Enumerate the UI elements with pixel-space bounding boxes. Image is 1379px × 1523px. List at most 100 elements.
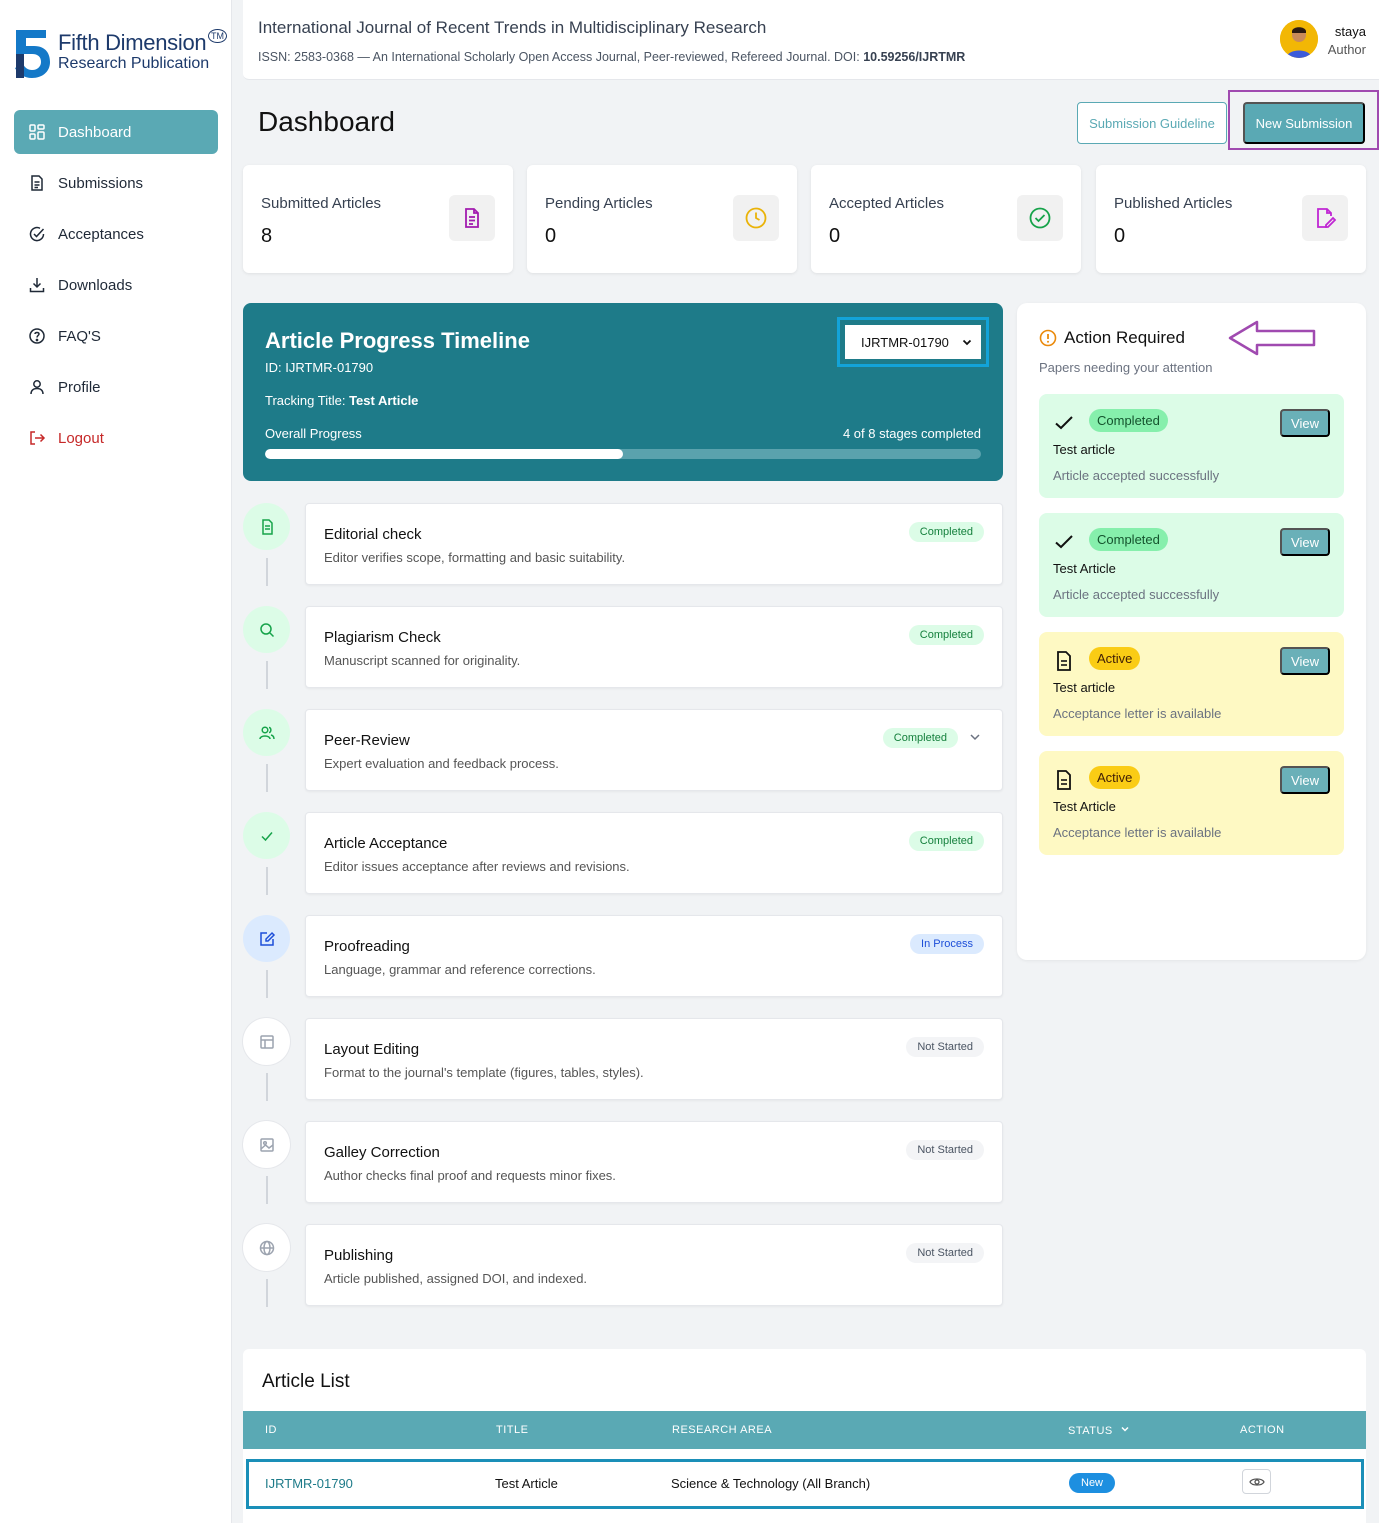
clock-icon	[733, 195, 779, 241]
check-circle-icon	[1017, 195, 1063, 241]
help-circle-icon	[28, 327, 46, 345]
stage-name: Proofreading	[324, 938, 410, 955]
stage-name: Plagiarism Check	[324, 629, 441, 646]
sidebar-item-label: Profile	[58, 378, 101, 396]
view-article-button[interactable]	[1242, 1469, 1271, 1494]
action-description: Acceptance letter is available	[1053, 706, 1222, 721]
status-badge: New	[1069, 1473, 1116, 1493]
logout-icon	[28, 429, 46, 447]
stage-card[interactable]: Layout Editing Format to the journal's te…	[305, 1018, 1003, 1100]
stage-card[interactable]: Plagiarism Check Manuscript scanned for o…	[305, 606, 1003, 688]
stage-status-badge: Not Started	[906, 1243, 984, 1263]
stat-card-accepted[interactable]: Accepted Articles 0	[811, 165, 1081, 273]
stage-description: Language, grammar and reference correcti…	[324, 962, 596, 977]
stage-name: Publishing	[324, 1247, 394, 1264]
stages-completed-text: 4 of 8 stages completed	[842, 426, 981, 441]
stage-card[interactable]: Publishing Article published, assigned DO…	[305, 1224, 1003, 1306]
action-card: Completed Test Article Article accepted su…	[1039, 513, 1344, 617]
stat-value: 0	[1114, 225, 1126, 247]
article-list-panel: Article List ID TITLE RESEARCH AREA STAT…	[243, 1349, 1366, 1523]
sidebar-item-label: Dashboard	[58, 123, 132, 141]
eye-icon	[1248, 1477, 1265, 1486]
user-role: Author	[1327, 42, 1366, 57]
stage-card[interactable]: Galley Correction Author checks final pro…	[305, 1121, 1003, 1203]
sidebar-item-profile[interactable]: Profile	[14, 365, 218, 409]
table-row[interactable]: IJRTMR-01790 Test Article Science & Tech…	[246, 1459, 1364, 1509]
journal-title: International Journal of Recent Trends i…	[258, 18, 767, 37]
stage-card[interactable]: Proofreading Language, grammar and refere…	[305, 915, 1003, 997]
sidebar-item-logout[interactable]: Logout	[14, 416, 218, 460]
layout-icon	[259, 1034, 274, 1049]
top-header: International Journal of Recent Trends i…	[243, 0, 1379, 80]
stage-card[interactable]: Peer-Review Expert evaluation and feedbac…	[305, 709, 1003, 791]
stat-card-submitted[interactable]: Submitted Articles 8	[243, 165, 513, 273]
view-button[interactable]: View	[1280, 528, 1330, 556]
stage-connector	[266, 867, 268, 895]
check-circle-icon	[28, 225, 46, 243]
stage-status-dot	[243, 606, 290, 653]
brand-logo[interactable]: Fifth Dimension Research Publication TM	[12, 28, 227, 80]
stage-card[interactable]: Editorial check Editor verifies scope, fo…	[305, 503, 1003, 585]
sidebar-item-faqs[interactable]: FAQ'S	[14, 314, 218, 358]
check-icon	[260, 831, 273, 841]
page-title: Dashboard	[258, 106, 395, 137]
article-select-highlight: IJRTMR-01790	[837, 317, 989, 367]
view-button[interactable]: View	[1280, 409, 1330, 437]
action-status-badge: Active	[1089, 647, 1141, 670]
overall-progress-bar	[265, 449, 981, 459]
column-header-label: STATUS	[1068, 1425, 1113, 1437]
article-select[interactable]: IJRTMR-01790	[845, 325, 981, 359]
action-status-badge: Completed	[1089, 528, 1168, 551]
stat-card-pending[interactable]: Pending Articles 0	[527, 165, 797, 273]
stage-status-badge: Completed	[908, 831, 984, 851]
column-header-status[interactable]: STATUS	[1068, 1424, 1130, 1437]
column-header-id[interactable]: ID	[265, 1424, 277, 1436]
stage-connector	[266, 1279, 268, 1307]
sidebar-item-downloads[interactable]: Downloads	[14, 263, 218, 307]
sidebar-item-label: Logout	[58, 429, 104, 447]
article-list-title: Article List	[262, 1371, 350, 1392]
new-submission-button[interactable]: New Submission	[1243, 102, 1365, 144]
stage-status-dot	[243, 1224, 290, 1271]
brand-logo-mark-icon	[15, 30, 50, 78]
stage-description: Manuscript scanned for originality.	[324, 653, 521, 668]
sidebar-item-submissions[interactable]: Submissions	[14, 161, 218, 205]
row-id-link[interactable]: IJRTMR-01790	[265, 1476, 353, 1491]
sidebar-item-dashboard[interactable]: Dashboard	[14, 110, 218, 154]
column-header-research-area[interactable]: RESEARCH AREA	[672, 1424, 772, 1436]
stage-name: Peer-Review	[324, 732, 410, 749]
view-button[interactable]: View	[1280, 766, 1330, 794]
submission-guideline-button[interactable]: Submission Guideline	[1077, 102, 1227, 144]
timeline-tracking-title: Tracking Title: Test Article	[265, 393, 418, 408]
action-required-title: Action Required	[1064, 328, 1185, 347]
stage-status-dot	[243, 1121, 290, 1168]
stage-status-badge: In Process	[910, 934, 984, 954]
arrow-left-annotation-icon	[1228, 320, 1316, 356]
action-description: Acceptance letter is available	[1053, 825, 1222, 840]
journal-doi: 10.59256/IJRTMR	[863, 50, 966, 64]
column-header-title[interactable]: TITLE	[496, 1424, 528, 1436]
users-icon	[258, 725, 275, 739]
action-required-subtitle: Papers needing your attention	[1039, 360, 1213, 375]
expand-chevron-icon[interactable]	[968, 730, 982, 749]
action-status-badge: Completed	[1089, 409, 1168, 432]
trademark-mark: TM	[208, 29, 227, 43]
stat-label: Submitted Articles	[261, 195, 382, 212]
row-research-area: Science & Technology (All Branch)	[671, 1476, 871, 1491]
stat-value: 0	[829, 225, 841, 247]
action-required-panel: Action Required Papers needing your atte…	[1017, 303, 1366, 960]
tracking-label: Tracking Title:	[265, 393, 346, 408]
table-header: ID TITLE RESEARCH AREA STATUS ACTION	[243, 1411, 1366, 1449]
journal-subtitle: ISSN: 2583-0368 — An International Schol…	[258, 50, 965, 64]
action-card: Active Test article Acceptance letter is a…	[1039, 632, 1344, 736]
action-card: Completed Test article Article accepted su…	[1039, 394, 1344, 498]
sidebar-item-acceptances[interactable]: Acceptances	[14, 212, 218, 256]
stage-card[interactable]: Article Acceptance Editor issues acceptan…	[305, 812, 1003, 894]
stage-name: Editorial check	[324, 526, 422, 543]
view-button[interactable]: View	[1280, 647, 1330, 675]
edit-document-icon	[1302, 195, 1348, 241]
stat-card-published[interactable]: Published Articles 0	[1096, 165, 1366, 273]
stage-description: Article published, assigned DOI, and ind…	[324, 1271, 588, 1286]
stage-description: Format to the journal's template (figure…	[324, 1065, 644, 1080]
stat-label: Accepted Articles	[829, 195, 945, 212]
